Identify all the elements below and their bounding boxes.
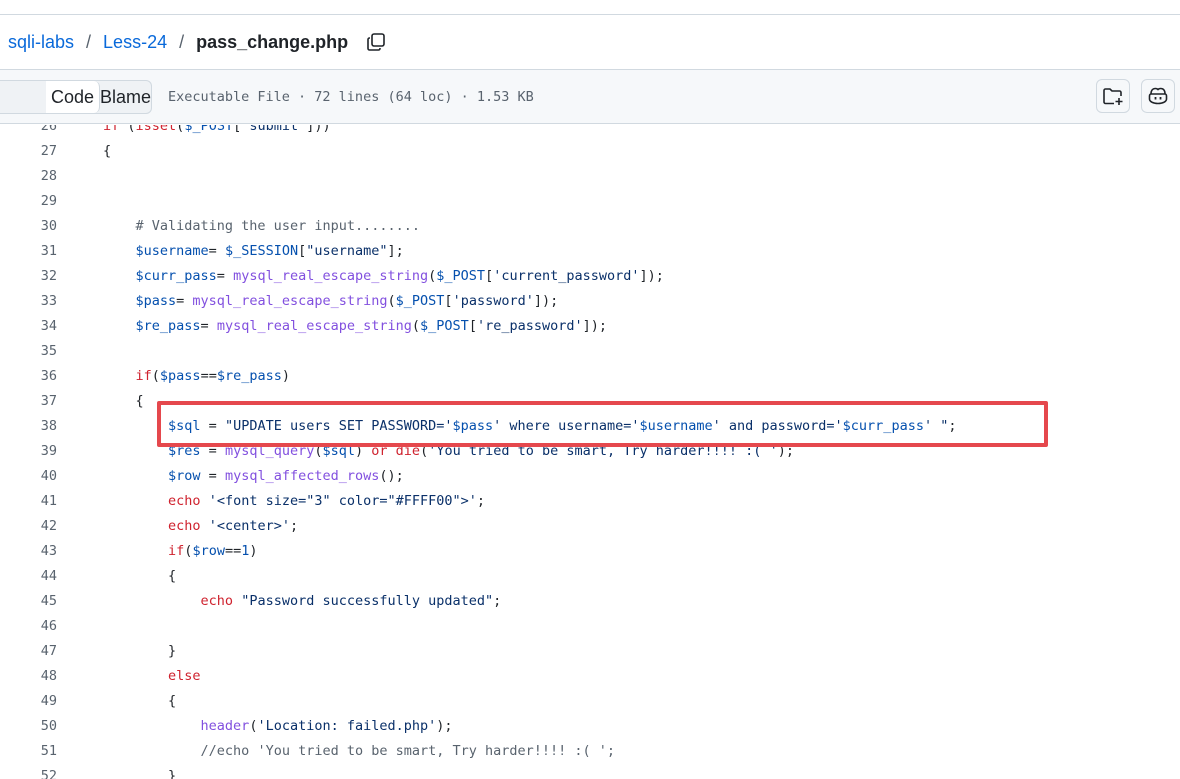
copy-icon [367,33,385,51]
breadcrumb-separator: / [179,32,185,52]
code-tab-button[interactable]: Code [46,81,100,113]
file-toolbar: Code Blame Executable File · 72 lines (6… [0,69,1180,124]
top-divider [0,0,1180,15]
breadcrumb-repo-link[interactable]: sqli-labs [8,30,74,54]
highlight-box [157,401,1048,447]
line-number[interactable]: 46 [0,618,57,634]
line-number[interactable]: 45 [0,593,57,609]
breadcrumb-separator: / [86,32,92,52]
code-line: 29 [0,188,1180,213]
line-number[interactable]: 52 [0,768,57,779]
view-mode-toggle: Code Blame [0,80,152,114]
code-line: 46 [0,613,1180,638]
line-number[interactable]: 41 [0,493,57,509]
code-text: { [103,692,177,709]
line-number[interactable]: 27 [0,143,57,159]
blame-tab-button[interactable]: Blame [100,81,151,113]
add-file-icon [1103,88,1123,105]
line-number[interactable]: 51 [0,743,57,759]
line-number[interactable]: 40 [0,468,57,484]
code-text: header('Location: failed.php'); [200,717,453,734]
copy-path-button[interactable] [364,30,388,54]
code-text: $curr_pass= mysql_real_escape_string($_P… [135,267,664,284]
code-text: { [103,567,177,584]
code-text: $re_pass= mysql_real_escape_string($_POS… [135,317,608,334]
code-lines: 26 if (isset($_POST['submit'])) 27 {28 29 30 … [0,125,1180,779]
code-line: 31 $username= $_SESSION["username"]; [0,238,1180,263]
line-number[interactable]: 44 [0,568,57,584]
code-line: 44 { [0,563,1180,588]
copilot-icon [1148,87,1168,105]
line-number[interactable]: 29 [0,193,57,209]
breadcrumb-current-file: pass_change.php [196,32,349,52]
code-line: 32 $curr_pass= mysql_real_escape_string(… [0,263,1180,288]
code-line: 30 # Validating the user input........ [0,213,1180,238]
code-line: 45 echo "Password successfully updated"; [0,588,1180,613]
code-text: else [168,667,201,684]
code-view: 26 if (isset($_POST['submit'])) 27 {28 29 30 … [0,125,1180,779]
code-line: 36 if($pass==$re_pass) [0,363,1180,388]
file-header: sqli-labs / Less-24 / pass_change.php [0,15,1180,69]
code-line: 49 { [0,688,1180,713]
line-number[interactable]: 48 [0,668,57,684]
code-line: 34 $re_pass= mysql_real_escape_string($_… [0,313,1180,338]
code-line: 50 header('Location: failed.php'); [0,713,1180,738]
code-line: 52 } [0,763,1180,779]
code-line: 48 else [0,663,1180,688]
code-text: } [103,767,177,779]
line-number[interactable]: 42 [0,518,57,534]
line-number[interactable]: 36 [0,368,57,384]
breadcrumb-folder-link[interactable]: Less-24 [103,30,167,54]
file-info: Executable File · 72 lines (64 loc) · 1.… [168,89,534,105]
code-line: 47 } [0,638,1180,663]
code-text: echo '<font size="3" color="#FFFF00">'; [168,492,486,509]
code-line: 42 echo '<center>'; [0,513,1180,538]
code-text: echo '<center>'; [168,517,299,534]
code-line: 51 //echo 'You tried to be smart, Try ha… [0,738,1180,763]
copilot-button[interactable] [1141,79,1175,113]
line-number[interactable]: 49 [0,693,57,709]
line-number[interactable]: 37 [0,393,57,409]
code-line: 35 [0,338,1180,363]
code-line: 27 { [0,138,1180,163]
line-number[interactable]: 39 [0,443,57,459]
code-line: 33 $pass= mysql_real_escape_string($_POS… [0,288,1180,313]
code-text: } [103,642,177,659]
code-text: echo "Password successfully updated"; [200,592,502,609]
code-text: $pass= mysql_real_escape_string($_POST['… [135,292,559,309]
line-number[interactable]: 50 [0,718,57,734]
line-number[interactable]: 33 [0,293,57,309]
line-number[interactable]: 38 [0,418,57,434]
line-number[interactable]: 43 [0,543,57,559]
breadcrumb: sqli-labs / Less-24 / pass_change.php [8,30,348,54]
code-line: 43 if($row==1) [0,538,1180,563]
line-number[interactable]: 34 [0,318,57,334]
line-number[interactable]: 30 [0,218,57,234]
code-text: $username= $_SESSION["username"]; [135,242,404,259]
code-line: 28 [0,163,1180,188]
code-line: 40 $row = mysql_affected_rows(); [0,463,1180,488]
add-file-button[interactable] [1096,79,1130,113]
code-text: # Validating the user input........ [135,217,420,234]
line-number[interactable]: 35 [0,343,57,359]
code-text: if (isset($_POST['submit'])) [103,125,331,134]
code-line: 41 echo '<font size="3" color="#FFFF00">… [0,488,1180,513]
code-text: $row = mysql_affected_rows(); [168,467,404,484]
line-number[interactable]: 47 [0,643,57,659]
code-line: 26 if (isset($_POST['submit'])) [0,125,1180,138]
code-text: { [103,142,112,159]
code-text: //echo 'You tried to be smart, Try harde… [200,742,616,759]
line-number[interactable]: 31 [0,243,57,259]
code-text: if($row==1) [168,542,258,559]
line-number[interactable]: 32 [0,268,57,284]
code-text: if($pass==$re_pass) [135,367,290,384]
line-number[interactable]: 26 [0,125,57,134]
code-text: { [103,392,144,409]
line-number[interactable]: 28 [0,168,57,184]
